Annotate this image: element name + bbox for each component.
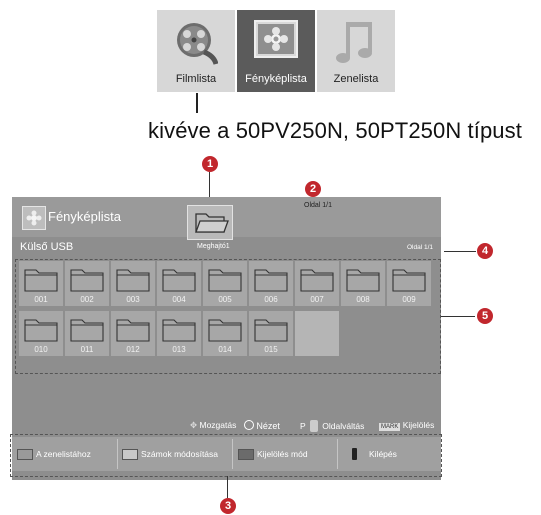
marker-5: 5	[477, 308, 493, 324]
marker-4: 4	[477, 243, 493, 259]
open-folder-icon	[195, 213, 229, 233]
model-caption: kivéve a 50PV250N, 50PT250N típust	[148, 118, 522, 143]
hint-view: Nézet	[244, 420, 280, 431]
marker-4-line	[444, 251, 476, 252]
page-up-down-icon	[309, 420, 318, 432]
folder-grid-callout	[15, 259, 441, 374]
button-bar-callout	[10, 434, 442, 477]
tile-fenykeplista[interactable]: Fényképlista	[237, 10, 315, 92]
photo-list-icon	[22, 206, 46, 230]
tile-label: Zenelista	[333, 73, 379, 85]
screen-title: Fényképlista	[48, 209, 121, 224]
film-reel-icon	[177, 23, 218, 65]
arrows-icon: ✥	[190, 420, 198, 430]
hint-move: ✥ Mozgatás	[190, 420, 237, 430]
hint-mark: MARK Kijelölés	[379, 420, 435, 431]
drive-label: Meghajtó1	[197, 243, 230, 250]
tile-zenelista[interactable]: Zenelista	[317, 10, 395, 92]
marker-5-line	[441, 316, 475, 317]
tile-filmlista[interactable]: Filmlista	[157, 10, 235, 92]
marker-3-line	[227, 476, 228, 498]
page-indicator: Oldal 1/1	[407, 244, 434, 251]
marker-1: 1	[202, 156, 218, 172]
drive-folder-button[interactable]	[187, 205, 233, 240]
marker-3: 3	[220, 498, 236, 514]
flower-photo-icon	[254, 20, 298, 58]
marker-2: 2	[305, 181, 321, 197]
pointer-line	[196, 93, 198, 113]
ok-button-icon	[244, 420, 254, 430]
music-note-icon	[336, 22, 372, 63]
hint-page-switch: P Oldalváltás	[300, 420, 365, 432]
tile-label: Filmlista	[175, 73, 217, 85]
device-name: Külső USB	[20, 241, 74, 253]
page-indicator-top: Oldal 1/1	[304, 202, 333, 209]
tile-label: Fényképlista	[245, 73, 307, 85]
